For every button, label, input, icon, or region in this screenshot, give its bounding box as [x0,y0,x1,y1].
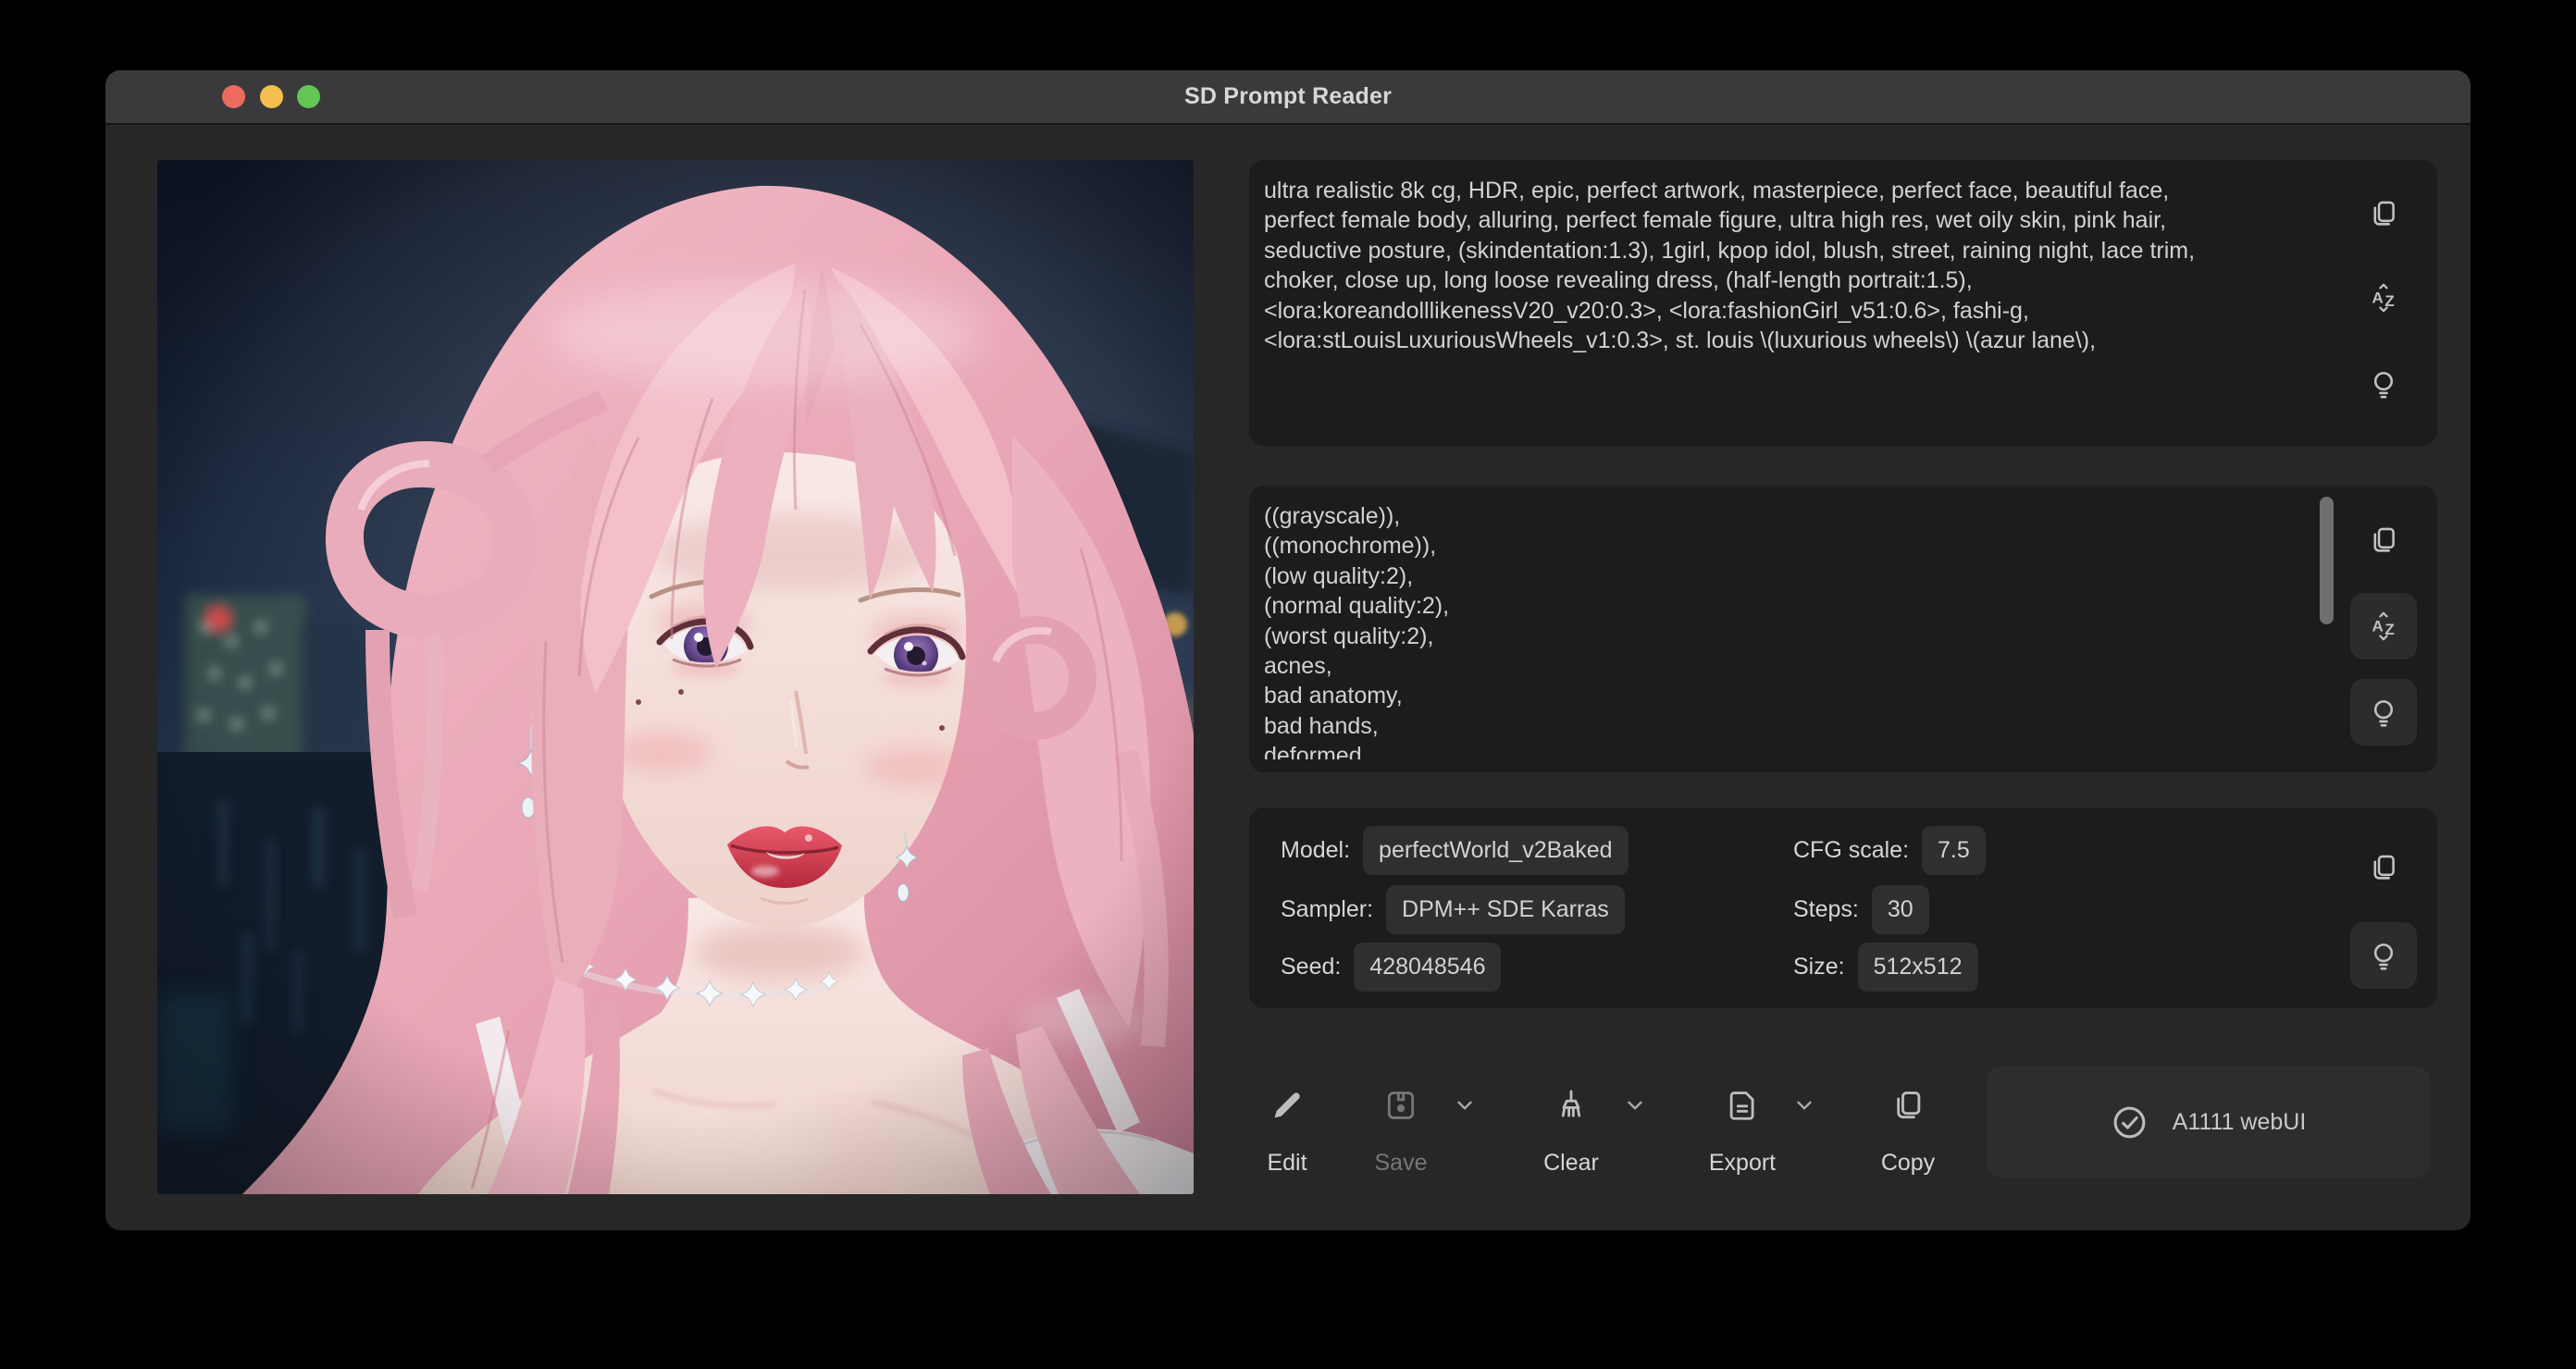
copy-negative-button[interactable] [2350,507,2417,574]
save-label: Save [1375,1150,1428,1177]
sort-az-negative-button[interactable]: A Z [2350,593,2417,660]
prompt-line: ((monochrome)), [1264,531,2313,561]
chevron-down-icon [1792,1093,1816,1117]
chevron-down-icon [1623,1093,1647,1117]
settings-panel: Model: perfectWorld_v2Baked CFG scale: 7… [1249,808,2437,1008]
svg-text:Z: Z [2384,621,2394,638]
prompt-line: acnes, [1264,651,2313,681]
status-label: A1111 webUI [2173,1109,2307,1136]
prompt-line: ((grayscale)), [1264,501,2313,531]
sampler-value: DPM++ SDE Karras [1386,885,1625,934]
floppy-icon [1383,1088,1418,1123]
titlebar: SD Prompt Reader [105,70,2471,125]
copy-positive-button[interactable] [2350,180,2417,247]
status-badge: A1111 webUI [1987,1067,2430,1178]
sort-az-positive-button[interactable]: A Z [2350,265,2417,331]
prompt-line: ultra realistic 8k cg, HDR, epic, perfec… [1264,176,2313,205]
app-window: SD Prompt Reader [105,70,2471,1230]
copy-settings-button[interactable] [2350,834,2417,901]
negative-prompt-panel: ((grayscale)),((monochrome)),(low qualit… [1249,486,2437,772]
prompt-line: bad hands, [1264,711,2313,741]
sort-az-icon: A Z [2368,610,2399,642]
check-circle-icon [2111,1104,2149,1141]
positive-prompt-text[interactable]: ultra realistic 8k cg, HDR, epic, perfec… [1264,176,2313,433]
hint-settings-button[interactable] [2350,922,2417,989]
pencil-icon [1269,1088,1305,1123]
lightbulb-icon [2368,940,2399,971]
copy-icon [2368,524,2399,556]
seed-value: 428048546 [1354,943,1501,992]
copy-button[interactable]: Copy [1848,1088,1968,1177]
copy-icon [2368,852,2399,883]
negative-prompt-scrollbar[interactable] [2320,497,2334,624]
copy-icon [2368,198,2399,229]
clear-label: Clear [1543,1150,1599,1177]
prompt-line: (low quality:2), [1264,561,2313,591]
copy-icon [1890,1088,1926,1123]
clear-button[interactable]: Clear [1511,1088,1631,1177]
size-label: Size: [1793,954,1845,980]
lightbulb-icon [2368,368,2399,400]
cfg-value: 7.5 [1922,826,1986,875]
export-menu-chevron[interactable] [1792,1093,1816,1117]
save-button[interactable]: Save [1341,1088,1461,1177]
svg-text:A: A [2372,618,2384,635]
export-label: Export [1709,1150,1776,1177]
lightbulb-icon [2368,697,2399,728]
prompt-line: (normal quality:2), [1264,591,2313,621]
positive-prompt-panel: ultra realistic 8k cg, HDR, epic, perfec… [1249,160,2437,446]
prompt-line: (worst quality:2), [1264,622,2313,651]
chevron-down-icon [1453,1093,1477,1117]
sampler-label: Sampler: [1281,896,1373,923]
broom-icon [1554,1088,1589,1123]
prompt-line: bad anatomy, [1264,681,2313,710]
negative-prompt-text[interactable]: ((grayscale)),((monochrome)),(low qualit… [1264,501,2313,759]
desktop-background: SD Prompt Reader [0,0,2576,1369]
prompt-line: choker, close up, long loose revealing d… [1264,265,2313,295]
size-value: 512x512 [1858,943,1978,992]
window-title: SD Prompt Reader [105,70,2471,123]
document-icon [1725,1088,1760,1123]
model-label: Model: [1281,837,1350,864]
cfg-label: CFG scale: [1793,837,1909,864]
prompt-line: perfect female body, alluring, perfect f… [1264,205,2313,235]
clear-menu-chevron[interactable] [1623,1093,1647,1117]
svg-text:A: A [2372,290,2384,307]
steps-label: Steps: [1793,896,1859,923]
seed-label: Seed: [1281,954,1341,980]
model-value: perfectWorld_v2Baked [1363,826,1628,875]
prompt-line: seductive posture, (skindentation:1.3), … [1264,236,2313,265]
preview-image [157,160,1194,1194]
svg-text:Z: Z [2384,292,2394,310]
edit-button[interactable]: Edit [1227,1088,1347,1177]
export-button[interactable]: Export [1682,1088,1802,1177]
steps-value: 30 [1872,885,1929,934]
save-menu-chevron[interactable] [1453,1093,1477,1117]
edit-label: Edit [1267,1150,1307,1177]
hint-negative-button[interactable] [2350,679,2417,746]
prompt-line: <lora:stLouisLuxuriousWheels_v1:0.3>, st… [1264,326,2313,355]
hint-positive-button[interactable] [2350,351,2417,417]
copy-label: Copy [1881,1150,1935,1177]
sort-az-icon: A Z [2368,282,2399,314]
prompt-line: deformed, [1264,741,2313,759]
prompt-line: <lora:koreandolllikenessV20_v20:0.3>, <l… [1264,296,2313,326]
